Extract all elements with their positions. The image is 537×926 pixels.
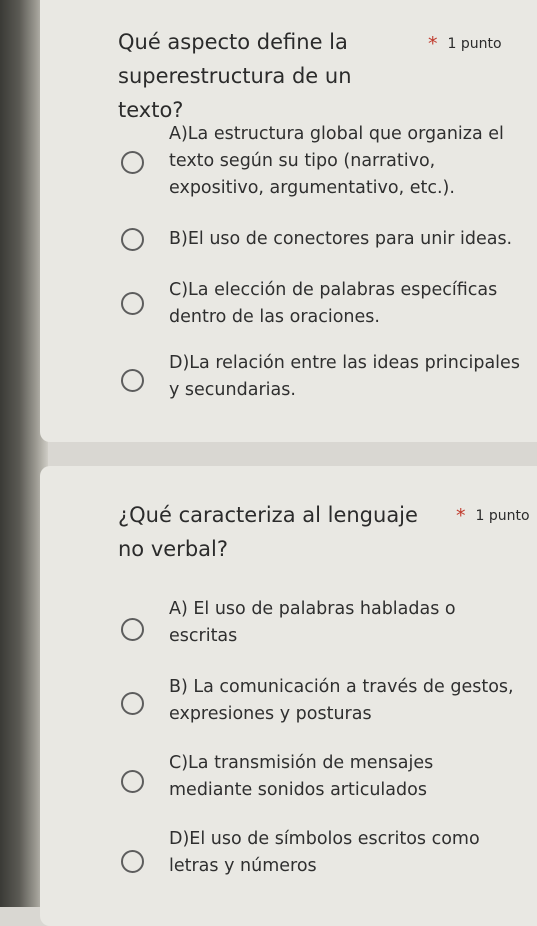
points-label: * 1 punto xyxy=(428,31,502,55)
radio-option-a[interactable] xyxy=(121,151,144,174)
question-title: ¿Qué caracteriza al lenguaje no verbal? xyxy=(118,503,418,561)
points-value: 1 punto xyxy=(447,36,502,52)
radio-option-d[interactable] xyxy=(121,369,144,392)
radio-option-b[interactable] xyxy=(121,692,144,715)
option-label-a: A)La estructura global que organiza el t… xyxy=(169,124,504,198)
points-value: 1 punto xyxy=(475,508,530,524)
option-label-c: C)La transmisión de mensajes mediante so… xyxy=(169,753,434,800)
option-label-c: C)La elección de palabras específicas de… xyxy=(169,280,498,327)
required-asterisk: * xyxy=(428,33,438,55)
option-label-d: D)El uso de símbolos escritos como letra… xyxy=(169,829,480,876)
radio-option-a[interactable] xyxy=(121,618,144,641)
option-label-d: D)La relación entre las ideas principale… xyxy=(169,353,520,400)
radio-option-b[interactable] xyxy=(121,228,144,251)
radio-option-c[interactable] xyxy=(121,292,144,315)
option-label-b: B)El uso de conectores para unir ideas. xyxy=(169,229,513,249)
radio-option-c[interactable] xyxy=(121,770,144,793)
option-label-a: A) El uso de palabras habladas o escrita… xyxy=(169,599,456,646)
required-asterisk: * xyxy=(456,505,466,527)
question-title: Qué aspecto define la superestructura de… xyxy=(118,30,352,122)
option-label-b: B) La comunicación a través de gestos, e… xyxy=(169,677,514,724)
radio-option-d[interactable] xyxy=(121,850,144,873)
points-label: * 1 punto xyxy=(456,503,530,527)
